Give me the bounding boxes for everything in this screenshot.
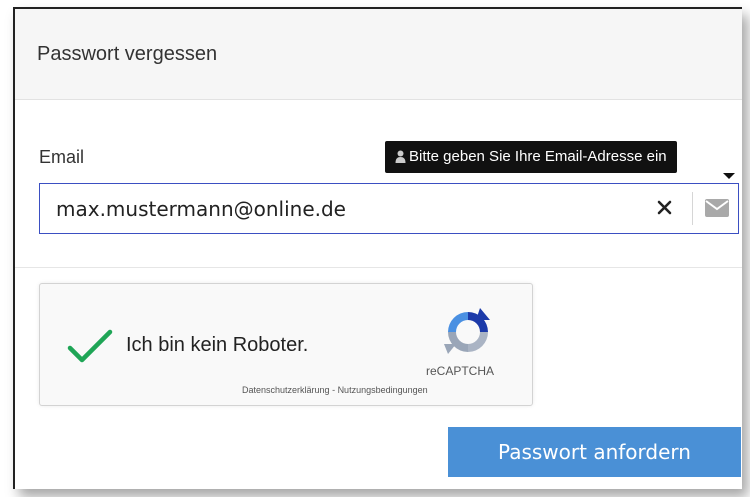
section-divider	[15, 267, 742, 268]
privacy-link[interactable]: Datenschutzerklärung	[242, 385, 330, 395]
clear-button[interactable]	[655, 196, 675, 220]
link-separator: -	[329, 385, 338, 395]
close-icon	[657, 200, 672, 215]
recaptcha-brand: reCAPTCHA	[426, 364, 495, 378]
input-divider	[692, 192, 693, 225]
user-icon	[395, 143, 406, 175]
email-field-wrapper	[39, 183, 739, 234]
forgot-password-dialog: Passwort vergessen Email Bitte geben Sie…	[13, 7, 742, 489]
dialog-header: Passwort vergessen	[15, 9, 742, 100]
tooltip-arrow	[723, 173, 735, 179]
terms-link[interactable]: Nutzungsbedingungen	[338, 385, 428, 395]
dialog-title: Passwort vergessen	[37, 43, 218, 65]
request-password-button[interactable]: Passwort anfordern	[448, 427, 741, 477]
recaptcha-logo-icon	[442, 306, 494, 363]
email-tooltip: Bitte geben Sie Ihre Email-Adresse ein	[385, 141, 677, 173]
captcha-links: Datenschutzerklärung - Nutzungsbedingung…	[242, 385, 428, 395]
email-field[interactable]	[56, 194, 636, 224]
envelope-icon	[705, 199, 729, 222]
tooltip-text: Bitte geben Sie Ihre Email-Adresse ein	[409, 148, 667, 165]
email-label: Email	[39, 147, 85, 167]
recaptcha-widget: Ich bin kein Roboter. reCAPTCHA Datensch…	[39, 283, 533, 406]
checkmark-icon[interactable]	[66, 328, 114, 371]
captcha-checkbox-label: Ich bin kein Roboter.	[126, 334, 309, 356]
